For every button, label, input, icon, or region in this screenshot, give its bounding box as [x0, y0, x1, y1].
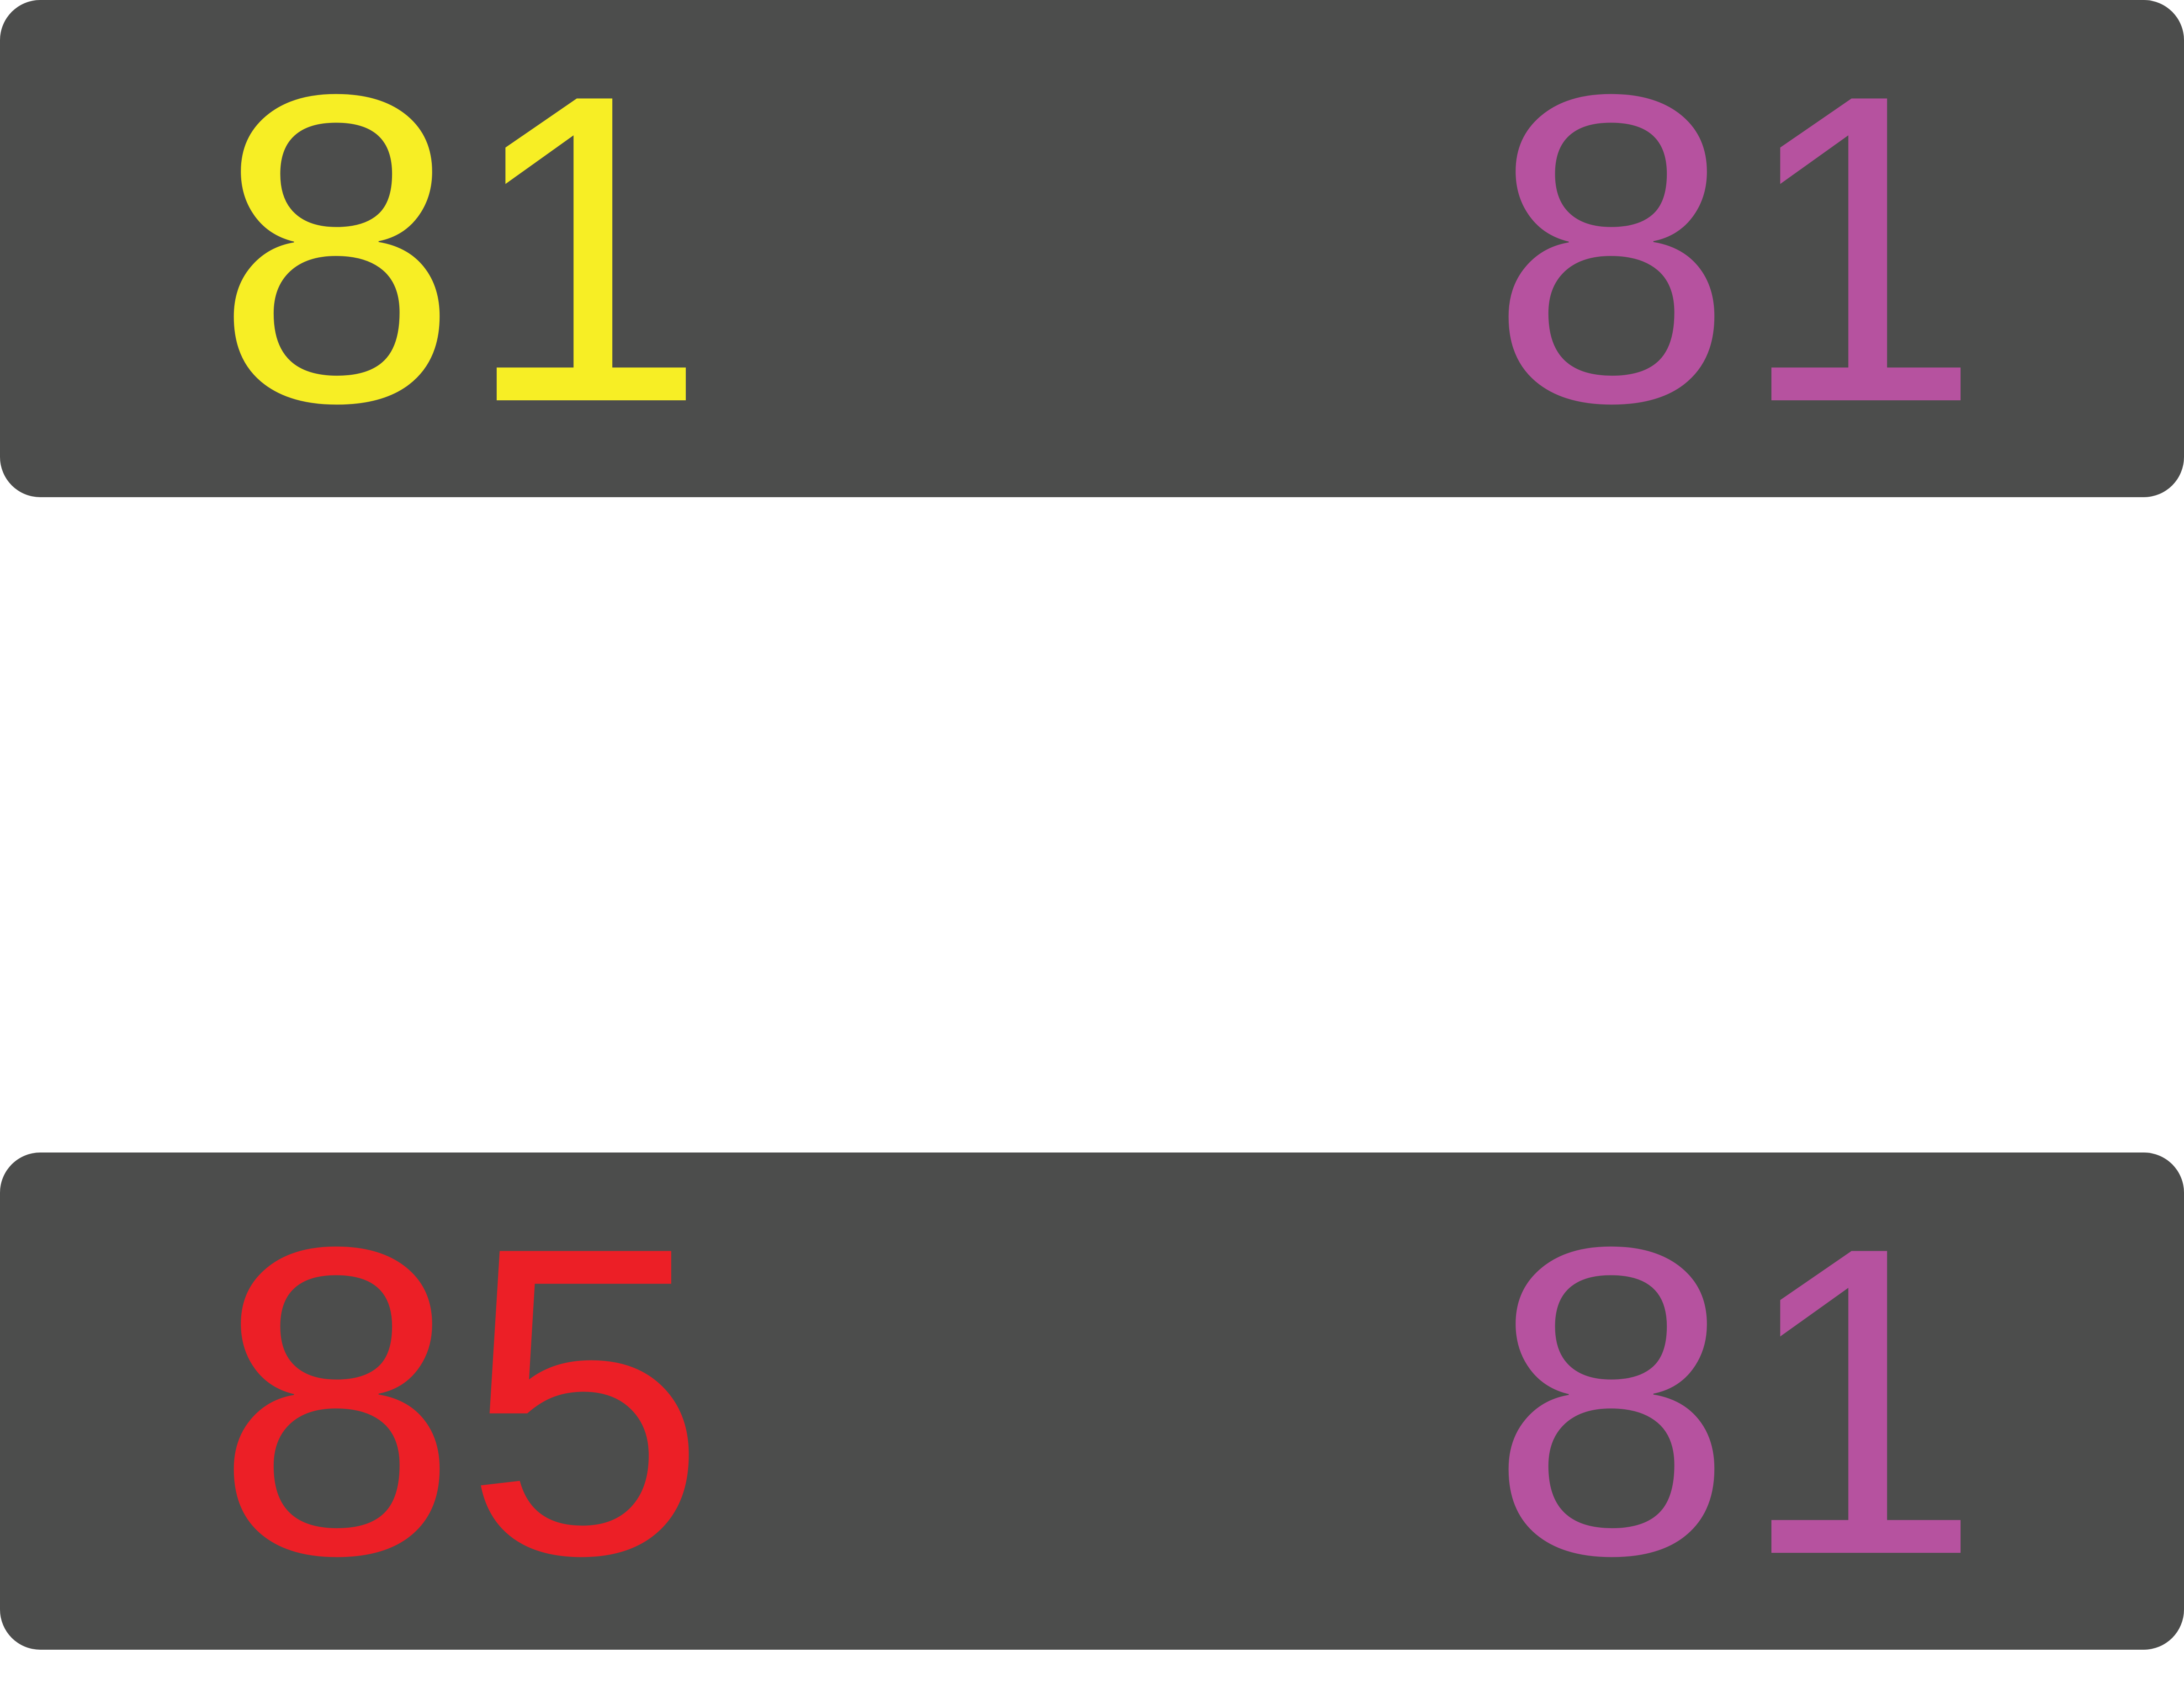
score-right-value: 81 — [1490, 4, 1987, 494]
score-right-value: 81 — [1490, 1156, 1987, 1646]
score-left-value: 85 — [215, 1156, 712, 1646]
score-left-value: 81 — [215, 4, 712, 494]
score-panel-bottom: 85 81 — [0, 1153, 2184, 1650]
score-panel-top: 81 81 — [0, 0, 2184, 497]
